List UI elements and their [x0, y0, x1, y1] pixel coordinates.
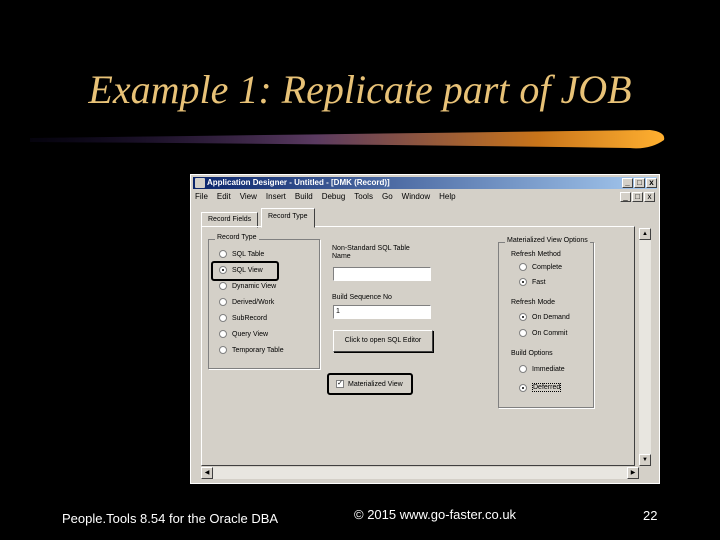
radio-label: Derived/Work: [232, 298, 275, 306]
radio-label: Fast: [532, 278, 546, 286]
build-options-label: Build Options: [511, 350, 553, 357]
minimize-button[interactable]: _: [622, 178, 633, 188]
menu-help[interactable]: Help: [439, 192, 455, 201]
scroll-left-icon[interactable]: ◀: [201, 467, 213, 479]
radio-label: Temporary Table: [232, 346, 284, 354]
close-button[interactable]: x: [646, 178, 657, 188]
radio-label: Complete: [532, 263, 562, 271]
sql-table-name-label: Non-Standard SQL Table Name: [332, 245, 410, 260]
materialized-view-highlight: [327, 373, 413, 395]
radio-subrecord[interactable]: SubRecord: [219, 314, 267, 322]
child-maximize-button[interactable]: □: [632, 192, 643, 202]
sql-table-name-input[interactable]: [333, 267, 431, 281]
radio-on-commit[interactable]: On Commit: [519, 329, 567, 337]
menu-go[interactable]: Go: [382, 192, 393, 201]
vertical-scrollbar[interactable]: ▲ ▼: [639, 228, 651, 466]
radio-label: Deferred: [532, 383, 562, 392]
build-sequence-input[interactable]: 1: [333, 305, 431, 319]
radio-label: On Commit: [532, 329, 568, 337]
refresh-method-label: Refresh Method: [511, 251, 561, 258]
radio-on-demand[interactable]: On Demand: [519, 313, 570, 321]
window-titlebar[interactable]: Application Designer - Untitled - [DMK (…: [193, 177, 657, 189]
radio-temporary-table[interactable]: Temporary Table: [219, 346, 284, 354]
menu-window[interactable]: Window: [402, 192, 430, 201]
mv-options-group: Materialized View Options Refresh Method…: [498, 237, 594, 408]
radio-button[interactable]: [519, 263, 527, 271]
window-title: Application Designer - Untitled - [DMK (…: [207, 178, 390, 187]
menu-file[interactable]: File: [195, 192, 208, 201]
horizontal-scrollbar[interactable]: ◀ ▶: [201, 467, 639, 479]
radio-button-selected[interactable]: [519, 383, 527, 392]
child-close-button[interactable]: x: [644, 192, 655, 202]
radio-label: On Demand: [532, 313, 570, 321]
menu-insert[interactable]: Insert: [266, 192, 286, 201]
child-minimize-button[interactable]: _: [620, 192, 631, 202]
radio-complete[interactable]: Complete: [519, 263, 562, 271]
record-type-group: Record Type SQL Table SQL View Dynamic V…: [208, 234, 320, 369]
slide-title: Example 1: Replicate part of JOB: [88, 67, 632, 112]
radio-label: Dynamic View: [232, 282, 277, 290]
radio-label: Query View: [232, 330, 269, 338]
application-designer-window: Application Designer - Untitled - [DMK (…: [190, 174, 660, 484]
menu-tools[interactable]: Tools: [354, 192, 373, 201]
menu-view[interactable]: View: [240, 192, 257, 201]
title-underline-swoosh: [30, 130, 665, 149]
radio-deferred[interactable]: Deferred: [519, 383, 562, 392]
footer-left: People.Tools 8.54 for the Oracle DBA: [62, 511, 279, 526]
menu-edit[interactable]: Edit: [217, 192, 231, 201]
scroll-down-icon[interactable]: ▼: [639, 454, 651, 466]
radio-button-selected[interactable]: [519, 278, 527, 286]
radio-button[interactable]: [519, 365, 527, 373]
record-type-pane: Record Type SQL Table SQL View Dynamic V…: [201, 226, 635, 466]
scroll-right-icon[interactable]: ▶: [627, 467, 639, 479]
menu-debug[interactable]: Debug: [322, 192, 346, 201]
scroll-up-icon[interactable]: ▲: [639, 228, 651, 240]
menu-build[interactable]: Build: [295, 192, 313, 201]
radio-label: SubRecord: [232, 314, 268, 322]
radio-label: Immediate: [532, 365, 565, 373]
radio-label: SQL Table: [232, 250, 265, 258]
radio-button[interactable]: [219, 250, 227, 258]
radio-button[interactable]: [219, 314, 227, 322]
mv-options-label: Materialized View Options: [505, 237, 590, 244]
maximize-button[interactable]: □: [634, 178, 645, 188]
radio-button[interactable]: [219, 330, 227, 338]
radio-button[interactable]: [219, 346, 227, 354]
sql-view-highlight: [211, 261, 279, 281]
tab-record-type[interactable]: Record Type: [261, 208, 315, 228]
page-number: 22: [643, 508, 658, 523]
app-designer-icon: [195, 178, 205, 188]
radio-dynamic-view[interactable]: Dynamic View: [219, 282, 276, 290]
radio-query-view[interactable]: Query View: [219, 330, 268, 338]
radio-button-selected[interactable]: [519, 313, 527, 321]
radio-immediate[interactable]: Immediate: [519, 365, 565, 373]
radio-button[interactable]: [219, 282, 227, 290]
radio-button[interactable]: [219, 298, 227, 306]
refresh-mode-label: Refresh Mode: [511, 299, 555, 306]
menu-bar: File Edit View Insert Build Debug Tools …: [195, 192, 456, 201]
sql-editor-button[interactable]: Click to open SQL Editor: [333, 330, 433, 352]
radio-fast[interactable]: Fast: [519, 278, 546, 286]
record-type-label: Record Type: [215, 234, 259, 241]
build-sequence-label: Build Sequence No: [332, 294, 392, 301]
radio-derived-work[interactable]: Derived/Work: [219, 298, 274, 306]
footer-copyright: © 2015 www.go-faster.co.uk: [354, 507, 517, 522]
radio-sql-table[interactable]: SQL Table: [219, 250, 264, 258]
radio-button[interactable]: [519, 329, 527, 337]
